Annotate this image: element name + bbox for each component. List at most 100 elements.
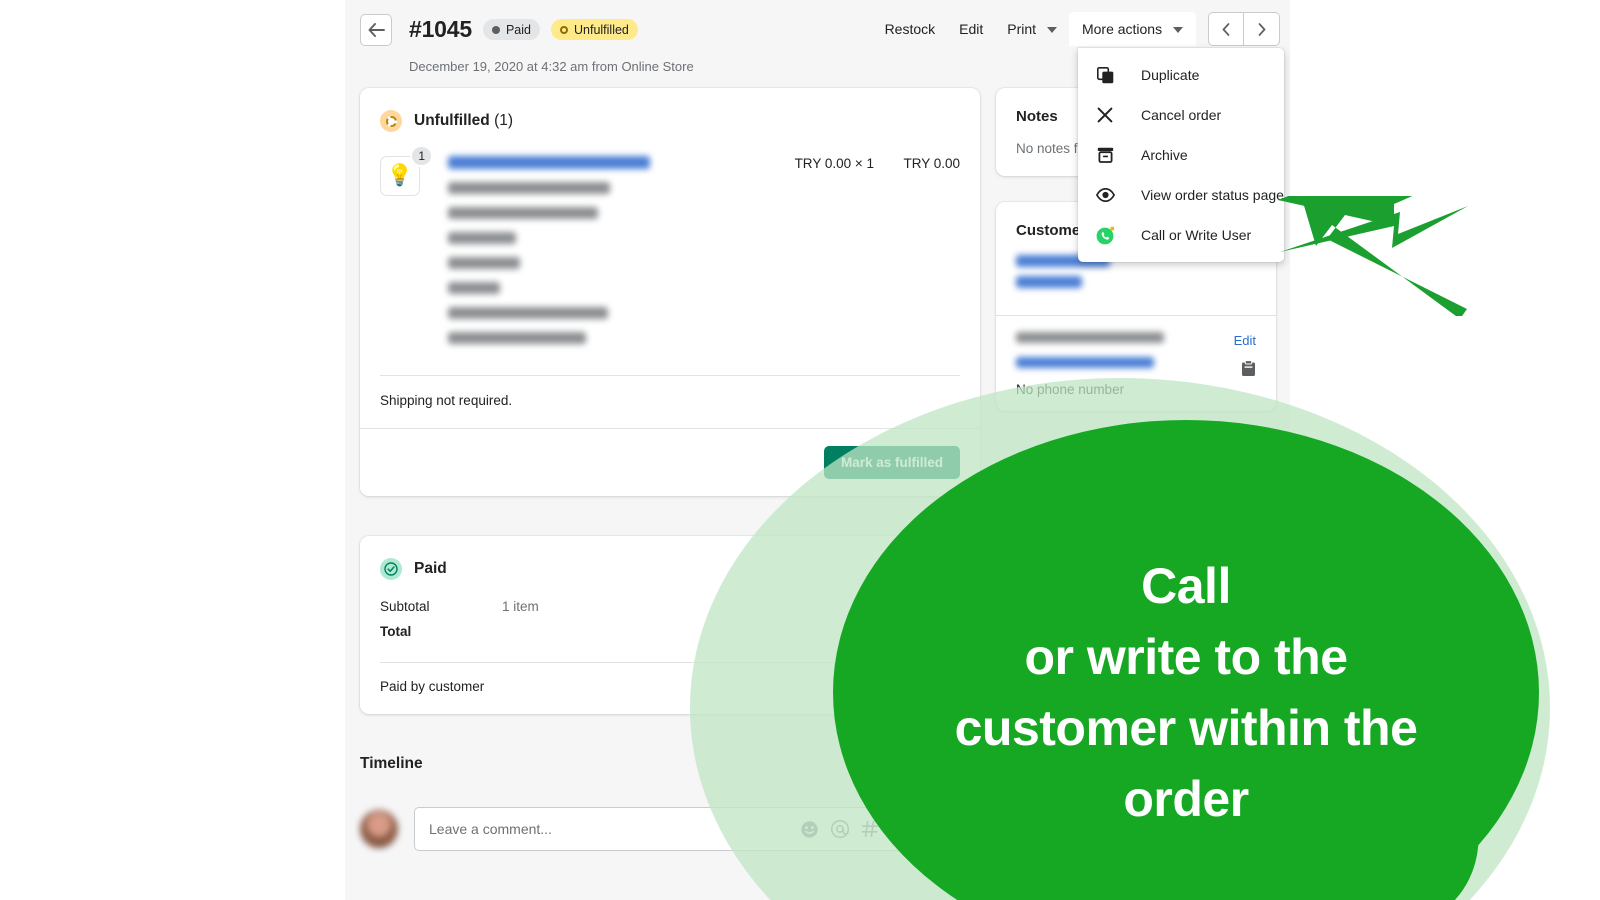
fulfillment-card-title: Unfulfilled (1) [414,112,513,130]
mention-icon[interactable] [825,814,855,844]
screen-root: #1045 Paid Unfulfilled December 19, 2020… [0,0,1600,900]
line-item-unit-price: TRY 0.00 × 1 [794,156,874,171]
show-comments-checkbox[interactable] [853,755,872,773]
restock-button[interactable]: Restock [873,14,948,44]
show-comments-label: Show comments [880,756,980,772]
subtotal-detail: 1 item [502,599,539,614]
product-attr-redacted [448,307,608,319]
check-icon [856,759,868,769]
chevron-right-icon [1258,22,1265,36]
status-badge-paid: Paid [482,19,540,40]
comment-input-box[interactable]: Leave a comment... Post [414,807,980,851]
customer-title: Customer [1016,222,1087,239]
conversion-card: Conversion summary This is their 44th or… [996,795,1276,873]
product-attr-redacted [448,332,586,344]
menu-item-archive[interactable]: Archive [1078,135,1284,175]
payment-row-subtotal: Subtotal 1 item [380,594,960,619]
total-label: Total [380,624,412,639]
menu-item-cancel-order-label: Cancel order [1141,107,1222,123]
chevron-down-icon [1173,21,1183,37]
hashtag-icon[interactable] [855,814,885,844]
timeline-section: Timeline Show comments Leave a comment..… [360,755,980,851]
previous-order-button[interactable] [1208,12,1244,46]
edit-button[interactable]: Edit [947,14,995,44]
post-comment-button[interactable]: Post [918,813,973,845]
status-badge-unfulfilled-label: Unfulfilled [574,22,629,37]
menu-item-duplicate[interactable]: Duplicate [1078,55,1284,95]
contact-information-heading-redacted [1016,332,1164,343]
menu-item-cancel-order[interactable]: Cancel order [1078,95,1284,135]
emoji-icon[interactable] [795,814,825,844]
attachment-icon[interactable] [885,814,915,844]
menu-item-archive-label: Archive [1141,147,1188,163]
line-item-thumbnail-wrap: 💡 1 [380,145,433,357]
menu-item-view-order-status-page[interactable]: View order status page [1078,175,1284,215]
copy-clipboard-icon[interactable] [1241,360,1256,382]
archive-box-icon [1094,147,1116,163]
page-gutter-left [0,0,345,900]
more-actions-menu: Duplicate Cancel order Archive View orde… [1078,48,1284,262]
payment-row-total: Total [380,619,960,644]
no-phone-text: No phone number [1016,382,1125,397]
chevron-down-icon [1046,21,1057,37]
subtotal-label: Subtotal [380,599,430,614]
next-order-button[interactable] [1244,12,1280,46]
paid-check-icon [380,558,402,580]
chevron-left-icon [1222,22,1230,36]
paid-by-customer-row: Paid by customer [380,679,485,694]
timeline-title: Timeline [360,755,423,772]
payment-rows: Subtotal 1 item Total [360,580,980,648]
menu-item-duplicate-label: Duplicate [1141,67,1200,83]
product-title-redacted [448,156,650,169]
line-item-details-redacted[interactable] [448,156,774,357]
show-comments-toggle[interactable]: Show comments [853,755,980,773]
status-badge-unfulfilled: Unfulfilled [551,19,638,40]
back-button[interactable] [360,13,392,46]
mark-as-fulfilled-button[interactable]: Mark as fulfilled [823,446,960,479]
fulfillment-card: Unfulfilled (1) 💡 1 TRY 0.00 × 1 TRY 0.0… [360,88,980,496]
quantity-badge: 1 [410,145,433,167]
edit-label: Edit [959,21,984,37]
payment-card-header: Paid [360,536,980,580]
more-actions-label: More actions [1081,21,1163,37]
page-title: #1045 [409,16,472,42]
whatsapp-icon [1094,226,1116,245]
fulfillment-count: (1) [494,112,514,129]
duplicate-icon [1094,66,1116,84]
unfulfilled-ring-icon [380,110,402,132]
timeline-header: Timeline Show comments [360,755,980,773]
dot-ring-icon [560,25,568,34]
product-attr-redacted [448,232,516,244]
product-attr-redacted [448,182,610,194]
menu-item-view-order-status-page-label: View order status page [1141,187,1284,203]
line-item: 💡 1 TRY 0.00 × 1 TRY 0.00 [360,132,980,363]
total-detail [502,624,960,639]
print-label: Print [1007,21,1037,37]
more-actions-button[interactable]: More actions [1068,12,1196,46]
customer-orders-redacted [1016,276,1082,288]
notes-title: Notes [1016,108,1058,125]
status-badge-paid-label: Paid [505,22,531,37]
print-button[interactable]: Print [995,14,1069,44]
edit-contact-link[interactable]: Edit [1234,333,1256,348]
page-gutter-right [1290,0,1600,900]
contact-information-section: No phone number Edit [996,316,1276,411]
fulfillment-card-footer: Mark as fulfilled [360,428,980,496]
comment-composer-row: Leave a comment... Post [360,807,980,851]
fulfillment-title-text: Unfulfilled [414,112,490,129]
line-item-total: TRY 0.00 [903,156,960,171]
comment-input[interactable]: Leave a comment... [429,821,795,837]
menu-item-call-or-write-user[interactable]: Call or Write User [1078,215,1284,255]
conversion-row-text: This is their 44th order [1047,849,1182,864]
conversion-row: This is their 44th order [996,830,1276,873]
payment-card: Paid Subtotal 1 item Total Paid by custo… [360,536,980,714]
product-attr-redacted [448,282,500,294]
header-actions: Restock Edit Print More actions [873,12,1280,46]
avatar [360,810,398,848]
customer-email-redacted [1016,357,1154,368]
close-x-icon [1094,107,1116,123]
restock-label: Restock [884,21,936,37]
menu-item-call-or-write-user-label: Call or Write User [1141,227,1252,243]
payment-card-title: Paid [414,560,447,577]
eye-icon [1094,188,1116,202]
